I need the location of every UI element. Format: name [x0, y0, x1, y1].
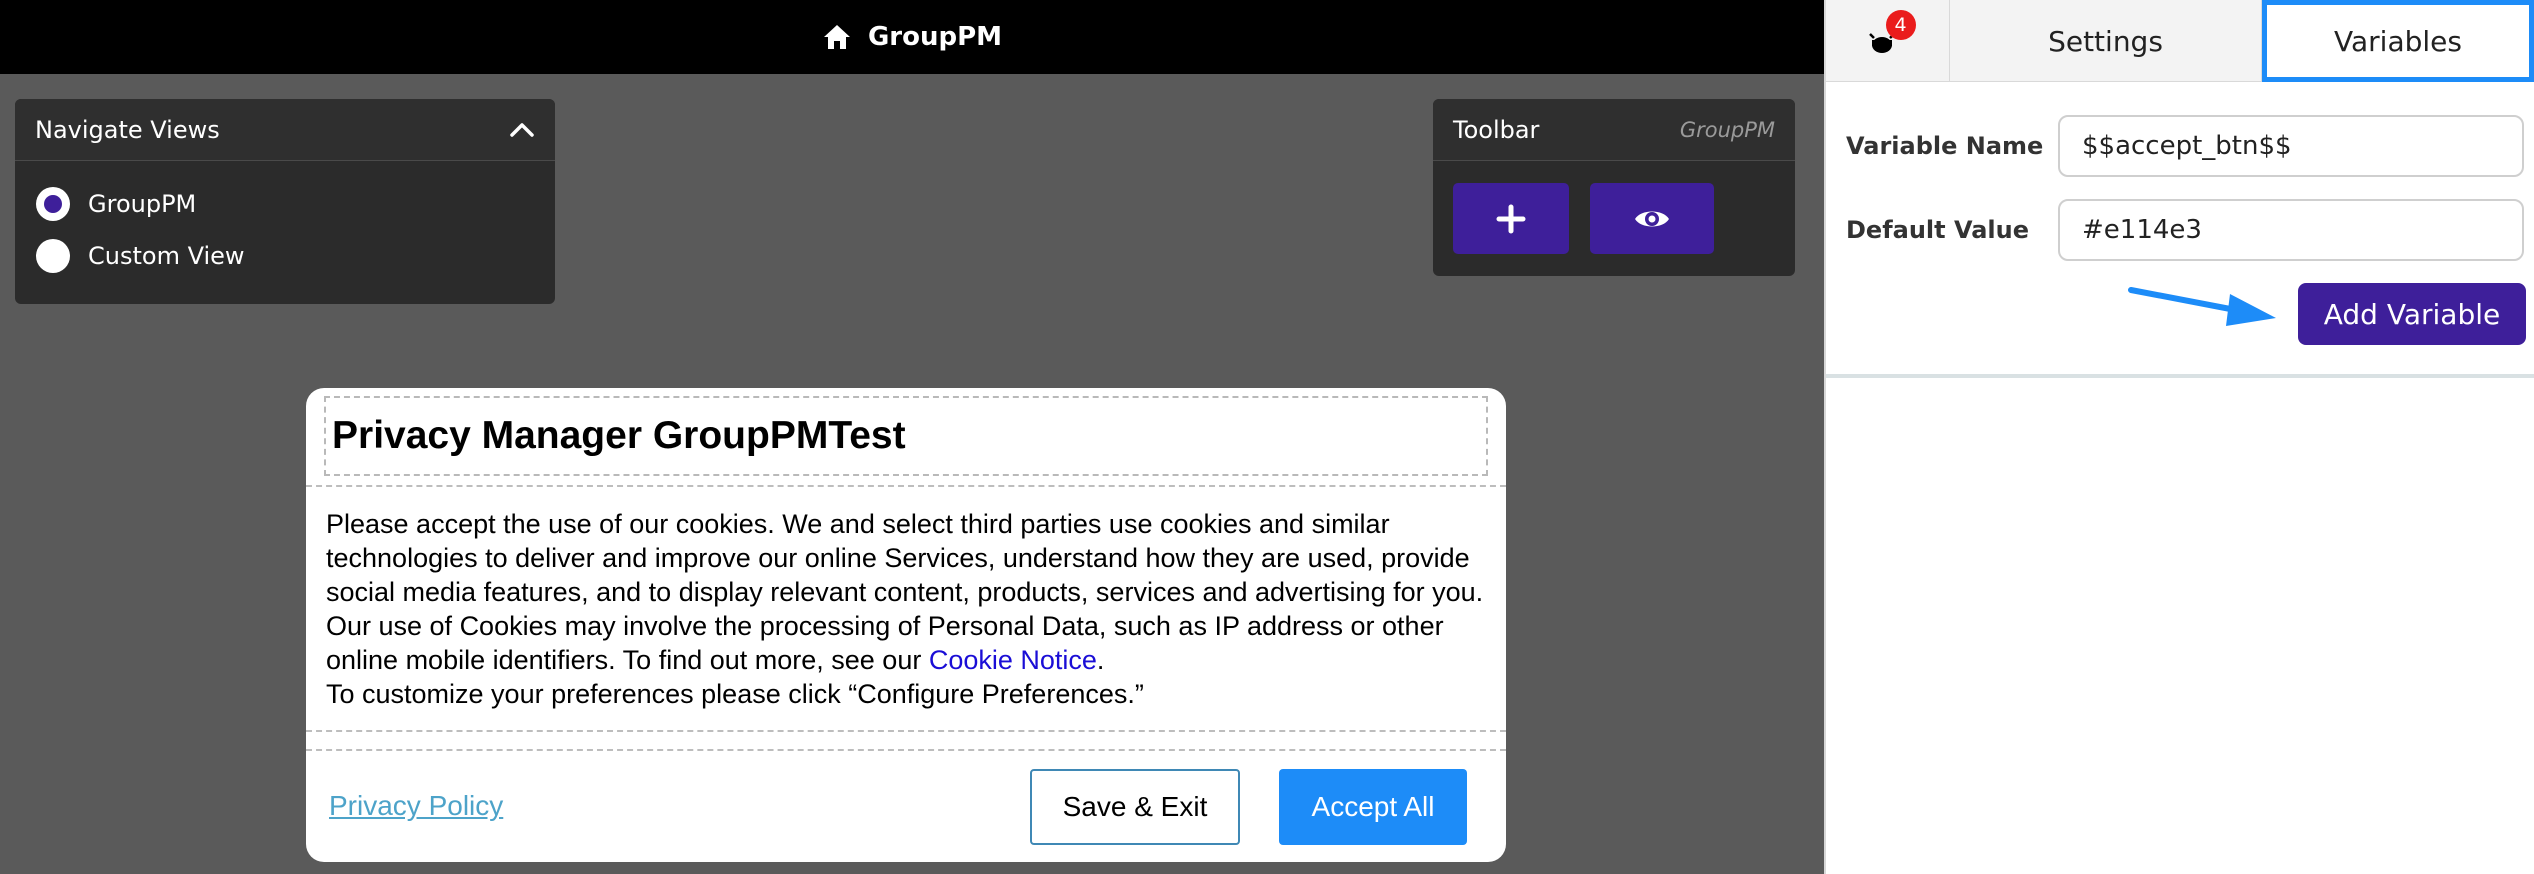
- issues-count-badge: 4: [1885, 10, 1916, 40]
- privacy-manager-modal: Privacy Manager GroupPMTest Please accep…: [306, 388, 1506, 862]
- save-exit-button[interactable]: Save & Exit: [1030, 769, 1240, 845]
- editor-canvas: GroupPM Navigate Views GroupPM Custom Vi…: [0, 0, 1824, 874]
- variable-name-input[interactable]: [2058, 115, 2524, 177]
- right-sidebar: 4 Settings Variables Variable Name Defau…: [1824, 0, 2534, 874]
- body-tail: .: [1096, 645, 1105, 675]
- default-value-label: Default Value: [1846, 216, 2030, 244]
- toolbar-header: Toolbar GroupPM: [1433, 99, 1795, 161]
- radio-unselected[interactable]: [36, 239, 70, 273]
- toolbar-title: Toolbar: [1453, 115, 1540, 144]
- divider: [306, 485, 1506, 487]
- accept-all-button[interactable]: Accept All: [1279, 769, 1467, 845]
- navigate-views-panel: Navigate Views GroupPM Custom View: [15, 99, 555, 304]
- tab-issues[interactable]: 4: [1826, 0, 1950, 82]
- cookie-notice-link[interactable]: Cookie Notice: [929, 645, 1097, 675]
- add-element-button[interactable]: [1453, 183, 1569, 254]
- top-bar: GroupPM: [0, 0, 1824, 74]
- default-value-input[interactable]: [2058, 199, 2524, 261]
- divider: [306, 730, 1506, 732]
- arrow-pointer-icon: [2128, 287, 2276, 326]
- sidebar-tabs: 4 Settings Variables: [1826, 0, 2534, 82]
- modal-body-text[interactable]: Please accept the use of our cookies. We…: [326, 507, 1496, 711]
- radio-selected[interactable]: [36, 187, 70, 221]
- modal-title: Privacy Manager GroupPMTest: [332, 414, 906, 457]
- eye-icon: [1635, 211, 1669, 226]
- navigate-views-header[interactable]: Navigate Views: [15, 99, 555, 161]
- plus-icon: [1496, 204, 1526, 233]
- privacy-policy-link[interactable]: Privacy Policy: [329, 790, 503, 822]
- home-icon: [823, 25, 850, 49]
- app-title: GroupPM: [867, 22, 1003, 52]
- body-line2: To customize your preferences please cli…: [326, 679, 1144, 709]
- issues-indicator: 4: [1868, 10, 1916, 58]
- radio-dot: [44, 195, 62, 213]
- tab-variables[interactable]: Variables: [2262, 0, 2534, 82]
- view-option-label: Custom View: [88, 242, 245, 270]
- preview-button[interactable]: [1590, 183, 1714, 254]
- divider: [306, 749, 1506, 751]
- view-option-custom[interactable]: Custom View: [36, 239, 555, 273]
- add-variable-button[interactable]: Add Variable: [2298, 283, 2526, 345]
- tab-settings[interactable]: Settings: [1950, 0, 2262, 82]
- toolbar-panel: Toolbar GroupPM: [1433, 99, 1795, 276]
- view-option-grouppm[interactable]: GroupPM: [36, 187, 555, 221]
- section-divider: [1826, 374, 2534, 378]
- modal-title-box[interactable]: Privacy Manager GroupPMTest: [324, 396, 1488, 476]
- view-option-label: GroupPM: [88, 190, 197, 218]
- chevron-up-icon[interactable]: [509, 117, 535, 143]
- body-paragraph: Please accept the use of our cookies. We…: [326, 509, 1484, 675]
- navigate-views-title: Navigate Views: [35, 115, 220, 144]
- toolbar-subtitle: GroupPM: [1679, 117, 1775, 142]
- variable-name-label: Variable Name: [1846, 132, 2044, 160]
